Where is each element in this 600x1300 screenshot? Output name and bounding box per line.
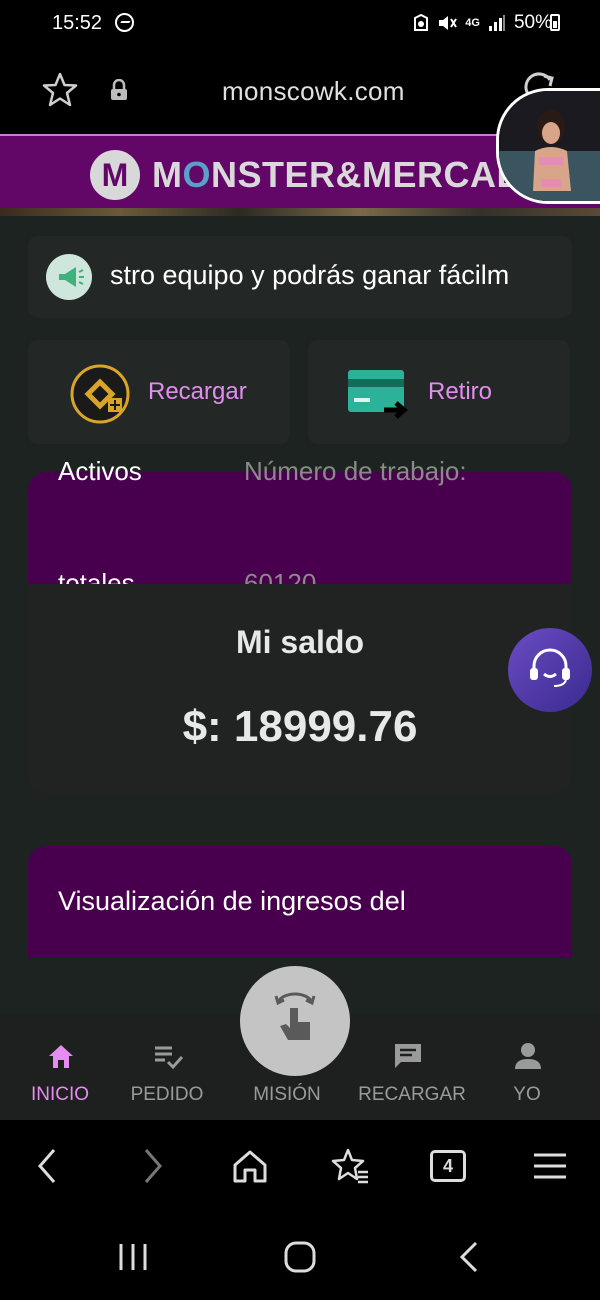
- logo-text: MONSTER&MERCAD: [152, 154, 523, 196]
- bookmark-star-icon[interactable]: [40, 70, 80, 110]
- floating-avatar[interactable]: [496, 88, 600, 204]
- nav-item-inicio[interactable]: INICIO: [0, 1014, 120, 1120]
- back-button-icon[interactable]: [454, 1240, 484, 1274]
- balance-panel: Mi saldo $: 18999.76: [28, 584, 572, 794]
- alarm-icon: [414, 14, 429, 31]
- url-text[interactable]: monscowk.com: [222, 76, 405, 107]
- network-type: 4G: [465, 17, 480, 29]
- customer-support-button[interactable]: [508, 628, 592, 712]
- person-icon: [515, 1043, 541, 1069]
- browser-toolbar: 4: [0, 1120, 600, 1212]
- withdraw-label: Retiro: [428, 378, 493, 405]
- forward-icon[interactable]: [132, 1146, 172, 1186]
- nav-item-recargar[interactable]: RECARGAR: [347, 1014, 467, 1120]
- nav-label-recargar: RECARGAR: [358, 1084, 466, 1105]
- nav-label-pedido: PEDIDO: [130, 1084, 204, 1105]
- banner-strip: [0, 208, 600, 216]
- menu-icon[interactable]: [530, 1146, 570, 1186]
- messenger-icon: [115, 13, 134, 32]
- withdraw-button[interactable]: Retiro: [308, 340, 570, 444]
- android-nav-bar: [0, 1212, 600, 1300]
- logo-text-prefix: M: [152, 154, 183, 195]
- bookmarks-icon[interactable]: [330, 1146, 370, 1186]
- tabs-count-button[interactable]: 4: [430, 1150, 466, 1182]
- recharge-label: Recargar: [148, 378, 247, 405]
- logo-text-rest: NSTER&MERCAD: [211, 154, 524, 195]
- status-time: 15:52: [52, 12, 103, 34]
- balance-value: $: 18999.76: [182, 702, 418, 751]
- chat-icon: [395, 1044, 421, 1068]
- web-page: M MONSTER&MERCAD stro equipo y podrás ga…: [0, 134, 600, 1120]
- income-title: Visualización de ingresos del: [58, 886, 406, 916]
- home-icon: [49, 1045, 73, 1068]
- checklist-icon: [155, 1046, 184, 1070]
- income-card: Visualización de ingresos del: [28, 846, 572, 958]
- nav-label-inicio: INICIO: [30, 1084, 90, 1105]
- nav-item-pedido[interactable]: PEDIDO: [107, 1014, 227, 1120]
- work-number-label: Número de trabajo:: [244, 456, 467, 486]
- battery-percent: 50%: [513, 12, 552, 33]
- nav-label-mision: MISIÓN: [253, 1084, 321, 1105]
- recents-icon[interactable]: [116, 1242, 150, 1272]
- logo-text-o: O: [182, 154, 212, 195]
- lock-icon: [111, 79, 127, 100]
- battery-icon: [550, 14, 560, 31]
- home-icon[interactable]: [230, 1146, 270, 1186]
- card-icon: [348, 370, 408, 419]
- headset-icon: [530, 648, 570, 687]
- nav-item-yo[interactable]: YO: [467, 1014, 587, 1120]
- notice-marquee: stro equipo y podrás ganar fácilm: [28, 236, 572, 318]
- status-indicators: 4G 50%: [413, 12, 552, 34]
- avatar-photo: [499, 91, 600, 201]
- logo-mark: M: [90, 150, 140, 200]
- megaphone-icon: [46, 254, 92, 300]
- recharge-icon: [70, 364, 130, 424]
- back-icon[interactable]: [28, 1146, 68, 1186]
- balance-title: Mi saldo: [235, 624, 364, 660]
- mission-button[interactable]: [240, 966, 350, 1076]
- signal-icon: [488, 15, 505, 31]
- tap-icon: [274, 992, 316, 1040]
- notice-text: stro equipo y podrás ganar fácilm: [110, 260, 510, 290]
- status-bar: 15:52 4G 50%: [0, 0, 600, 50]
- total-assets-label-line1: Activos: [58, 456, 142, 486]
- home-button-icon[interactable]: [283, 1240, 317, 1274]
- mute-icon: [439, 16, 458, 30]
- recharge-button[interactable]: Recargar: [28, 340, 290, 444]
- nav-label-yo: YO: [513, 1084, 541, 1105]
